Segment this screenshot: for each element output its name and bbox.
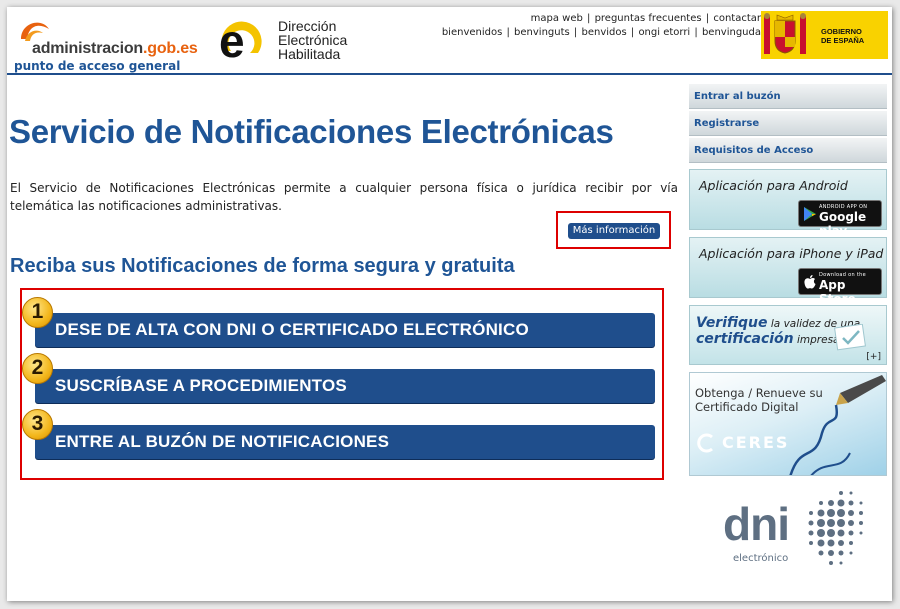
page-title: Servicio de Notificaciones Electrónicas — [9, 113, 614, 150]
step-label: DESE DE ALTA CON DNI O CERTIFICADO ELECT… — [55, 320, 529, 339]
verify-certificate-panel[interactable]: Verifique la validez de una certificació… — [689, 305, 887, 365]
logo-domain-text: .gob.es — [143, 40, 198, 57]
svg-text:e: e — [219, 15, 245, 67]
dni-logo-subtext: electrónico — [733, 553, 789, 564]
logo-main-text: administracion — [32, 40, 144, 57]
gob-line1: GOBIERNO — [821, 27, 862, 36]
deh-title-line1: Dirección — [278, 18, 337, 34]
step-number-2-icon: 2 — [22, 353, 53, 384]
lang-gl[interactable]: benvidos — [580, 27, 627, 38]
gobierno-espana-logo[interactable]: GOBIERNO DE ESPAÑA — [761, 11, 888, 59]
site-header: administracion.gob.es punto de acceso ge… — [7, 7, 892, 75]
verify-word1: Verifique — [696, 315, 768, 331]
administracion-logo[interactable]: administracion.gob.es punto de acceso ge… — [11, 13, 216, 73]
step-subscribe-button[interactable]: SUSCRÍBASE A PROCEDIMIENTOS — [35, 369, 655, 403]
verify-more-link[interactable]: [+] — [866, 352, 881, 362]
section-subtitle: Reciba sus Notificaciones de forma segur… — [10, 255, 515, 277]
link-mapa-web[interactable]: mapa web — [530, 13, 584, 24]
e-letter-logo-icon: e — [219, 15, 262, 67]
dot-pattern-icon — [808, 491, 863, 565]
step-number-3-icon: 3 — [22, 409, 53, 440]
lang-eu[interactable]: ongi etorri — [637, 27, 691, 38]
logo-subtitle: punto de acceso general — [14, 59, 181, 73]
deh-title-line3: Habilitada — [278, 46, 341, 62]
top-links-row1: mapa web | preguntas frecuentes | contac… — [530, 13, 762, 24]
verify-word2: certificación — [696, 331, 794, 347]
ceres-logo-text: CERES — [722, 433, 790, 452]
step-number-1-icon: 1 — [22, 297, 53, 328]
dni-logo-text: dni — [723, 498, 790, 550]
android-app-title: Aplicación para Android — [699, 178, 848, 193]
ios-badge-big: App Store — [819, 278, 856, 306]
steps-highlight: DESE DE ALTA CON DNI O CERTIFICADO ELECT… — [20, 288, 664, 480]
pen-signature-icon — [789, 375, 886, 475]
sidebar-item-registrarse[interactable]: Registrarse — [689, 111, 887, 136]
gob-line2: DE ESPAÑA — [821, 36, 865, 45]
coat-of-arms-icon — [764, 13, 806, 54]
android-app-panel[interactable]: Aplicación para Android ANDROID APP ON G… — [689, 169, 887, 238]
deh-title-line2: Electrónica — [278, 32, 348, 48]
more-info-highlight: Más información — [556, 211, 671, 249]
step-register-button[interactable]: DESE DE ALTA CON DNI O CERTIFICADO ELECT… — [35, 313, 655, 347]
app-store-badge[interactable]: Download on the App Store — [798, 268, 882, 306]
ceres-logo-icon — [697, 433, 713, 453]
ios-app-panel[interactable]: Aplicación para iPhone y iPad Download o… — [689, 237, 887, 306]
step-label: ENTRE AL BUZÓN DE NOTIFICACIONES — [55, 432, 390, 451]
lang-va[interactable]: benvinguda — [701, 27, 762, 38]
step-label: SUSCRÍBASE A PROCEDIMIENTOS — [55, 376, 347, 395]
google-play-icon — [804, 207, 816, 221]
top-links-row2: bienvenidos | benvinguts | benvidos | on… — [441, 26, 762, 38]
more-info-button[interactable]: Más información — [568, 223, 660, 239]
link-contactar[interactable]: contactar — [712, 13, 762, 24]
lang-es[interactable]: bienvenidos — [441, 27, 503, 38]
link-preguntas-frecuentes[interactable]: preguntas frecuentes — [594, 13, 703, 24]
ceres-certificate-panel[interactable]: Obtenga / Renueve su Certificado Digital… — [689, 372, 887, 476]
google-play-badge[interactable]: ANDROID APP ON Google play — [798, 200, 882, 238]
dni-electronico-logo[interactable]: dni electrónico — [721, 489, 871, 579]
intro-text: El Servicio de Notificaciones Electrónic… — [10, 181, 678, 213]
ios-app-title: Aplicación para iPhone y iPad — [699, 246, 884, 261]
page-frame: administracion.gob.es punto de acceso ge… — [7, 7, 892, 601]
step-mailbox-button[interactable]: ENTRE AL BUZÓN DE NOTIFICACIONES — [35, 425, 655, 459]
lang-ca[interactable]: benvinguts — [513, 27, 571, 38]
android-badge-big: Google play — [819, 210, 867, 238]
sidebar-item-requisitos[interactable]: Requisitos de Acceso — [689, 138, 887, 163]
sidebar-item-buzon[interactable]: Entrar al buzón — [689, 84, 887, 109]
deh-logo[interactable]: e Dirección Electrónica Habilitada — [212, 13, 372, 73]
apple-icon — [804, 275, 816, 289]
top-links: mapa web | preguntas frecuentes | contac… — [441, 12, 762, 39]
document-check-icon — [834, 324, 866, 351]
